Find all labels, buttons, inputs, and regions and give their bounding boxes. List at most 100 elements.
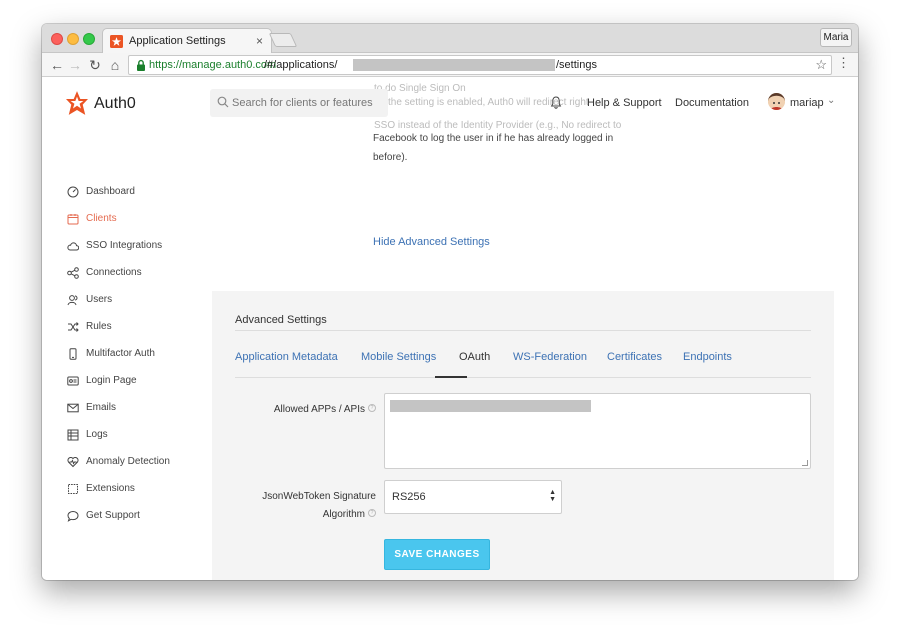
sidebar-item-clients[interactable]: Clients bbox=[66, 211, 216, 238]
allowed-apps-label-row: Allowed APPs / APIs? bbox=[232, 401, 376, 419]
redacted-value bbox=[390, 400, 591, 412]
sidebar-item-rules[interactable]: Rules bbox=[66, 319, 216, 346]
tab-mobile-settings[interactable]: Mobile Settings bbox=[361, 351, 436, 363]
tab-endpoints[interactable]: Endpoints bbox=[683, 351, 732, 363]
connections-icon bbox=[67, 267, 79, 279]
sidebar-item-sso-integrations[interactable]: SSO Integrations bbox=[66, 238, 216, 265]
divider bbox=[235, 377, 811, 378]
sidebar-item-users[interactable]: Users bbox=[66, 292, 216, 319]
profile-button[interactable]: Maria bbox=[820, 28, 852, 47]
tab-certificates[interactable]: Certificates bbox=[607, 351, 662, 363]
sidebar-item-label: Emails bbox=[86, 402, 117, 413]
maximize-window-button[interactable] bbox=[83, 33, 95, 45]
search-icon bbox=[217, 96, 229, 108]
browser-toolbar: ← → ↻ ⌂ https://manage.auth0.com /#/appl… bbox=[42, 53, 858, 77]
browser-tab[interactable]: Application Settings × bbox=[102, 28, 272, 54]
allowed-apps-label: Allowed APPs / APIs bbox=[273, 404, 365, 415]
sidebar-item-label: Dashboard bbox=[86, 186, 135, 197]
help-icon[interactable]: ? bbox=[368, 509, 376, 517]
back-icon[interactable]: ← bbox=[48, 55, 66, 75]
brand-name: Auth0 bbox=[94, 95, 136, 112]
tab-ws-federation[interactable]: WS-Federation bbox=[513, 351, 587, 363]
sidebar-item-extensions[interactable]: Extensions bbox=[66, 481, 216, 508]
divider bbox=[235, 330, 811, 331]
notifications-bell-icon[interactable] bbox=[550, 96, 562, 109]
sidebar-item-label: Logs bbox=[86, 429, 108, 440]
save-changes-button[interactable]: SAVE CHANGES bbox=[384, 539, 490, 570]
sidebar-item-login-page[interactable]: Login Page bbox=[66, 373, 216, 400]
sidebar-item-label: Login Page bbox=[86, 375, 137, 386]
select-arrows-icon: ▲ ▼ bbox=[549, 489, 556, 503]
lock-icon bbox=[137, 59, 145, 71]
address-bar[interactable]: https://manage.auth0.com /#/applications… bbox=[128, 55, 832, 75]
reload-icon[interactable]: ↻ bbox=[86, 55, 104, 75]
browser-menu-icon[interactable]: ⋮ bbox=[837, 55, 850, 71]
cloud-icon bbox=[67, 242, 79, 251]
url-path: /#/applications/ bbox=[264, 59, 338, 71]
sidebar-item-anomaly-detection[interactable]: Anomaly Detection bbox=[66, 454, 216, 481]
mail-icon bbox=[67, 403, 79, 413]
url-origin: https://manage.auth0.com bbox=[149, 59, 277, 71]
search-box[interactable] bbox=[210, 89, 388, 117]
jwt-algorithm-select[interactable]: RS256 ▲ ▼ bbox=[384, 480, 562, 514]
extensions-icon bbox=[68, 484, 78, 494]
new-tab-button[interactable] bbox=[268, 33, 298, 47]
advanced-settings-panel: Advanced Settings Application Metadata M… bbox=[212, 291, 834, 580]
sidebar-item-label: Users bbox=[86, 294, 113, 305]
chevron-down-icon[interactable]: ⌄ bbox=[827, 95, 835, 106]
description-line: Facebook to log the user in if he has al… bbox=[373, 133, 614, 144]
sidebar-item-label: Get Support bbox=[86, 510, 140, 521]
auth0-logo-icon bbox=[66, 91, 88, 115]
user-name[interactable]: mariap bbox=[790, 97, 824, 109]
redacted-client-id bbox=[353, 59, 555, 71]
jwt-signature-label: Algorithm bbox=[322, 509, 365, 520]
page-content: to do Single Sign On SSO instead of the … bbox=[42, 77, 858, 580]
sidebar-item-label: Multifactor Auth bbox=[86, 348, 155, 359]
rules-icon bbox=[68, 322, 79, 332]
sidebar-item-emails[interactable]: Emails bbox=[66, 400, 216, 427]
sidebar-item-logs[interactable]: Logs bbox=[66, 427, 216, 454]
sidebar-item-label: Connections bbox=[86, 267, 142, 278]
browser-window: Application Settings × Maria ← → ↻ ⌂ htt… bbox=[42, 24, 858, 580]
forward-icon[interactable]: → bbox=[66, 55, 84, 75]
tab-application-metadata[interactable]: Application Metadata bbox=[235, 351, 338, 363]
url-suffix: /settings bbox=[556, 59, 597, 71]
heart-icon bbox=[67, 456, 79, 468]
sidebar-nav: Dashboard Clients SSO Integrations Conne… bbox=[66, 184, 216, 535]
sidebar-item-label: Anomaly Detection bbox=[86, 456, 170, 467]
hide-advanced-settings-link[interactable]: Hide Advanced Settings bbox=[373, 236, 490, 248]
sidebar-item-multifactor-auth[interactable]: Multifactor Auth bbox=[66, 346, 216, 373]
chat-icon bbox=[67, 510, 79, 522]
sidebar-item-dashboard[interactable]: Dashboard bbox=[66, 184, 216, 211]
sidebar-item-label: Clients bbox=[86, 213, 117, 224]
help-support-link[interactable]: Help & Support bbox=[587, 97, 662, 109]
setting-description: Facebook to log the user in if he has al… bbox=[373, 129, 633, 167]
advanced-settings-title: Advanced Settings bbox=[235, 314, 327, 326]
tab-close-icon[interactable]: × bbox=[256, 34, 263, 48]
phone-icon bbox=[69, 348, 77, 360]
login-page-icon bbox=[67, 376, 79, 386]
tab-title: Application Settings bbox=[129, 35, 226, 47]
jwt-algorithm-value: RS256 bbox=[392, 491, 426, 503]
allowed-apps-textarea[interactable] bbox=[384, 393, 811, 469]
sidebar-item-label: SSO Integrations bbox=[86, 240, 163, 251]
sidebar-item-connections[interactable]: Connections bbox=[66, 265, 216, 292]
sidebar-item-label: Rules bbox=[86, 321, 112, 332]
description-line: before). bbox=[373, 152, 408, 163]
auth0-favicon-icon bbox=[110, 35, 123, 48]
active-tab-indicator bbox=[435, 376, 467, 378]
jwt-label-row: JsonWebToken Signature Algorithm? bbox=[232, 488, 376, 524]
sidebar-item-get-support[interactable]: Get Support bbox=[66, 508, 216, 535]
user-avatar[interactable] bbox=[768, 93, 785, 110]
tab-oauth[interactable]: OAuth bbox=[459, 351, 490, 363]
sidebar-item-label: Extensions bbox=[86, 483, 135, 494]
minimize-window-button[interactable] bbox=[67, 33, 79, 45]
home-icon[interactable]: ⌂ bbox=[106, 55, 124, 75]
jwt-signature-label: JsonWebToken Signature bbox=[262, 491, 376, 502]
close-window-button[interactable] bbox=[51, 33, 63, 45]
documentation-link[interactable]: Documentation bbox=[675, 97, 749, 109]
search-input[interactable] bbox=[232, 89, 386, 117]
bookmark-star-icon[interactable]: ☆ bbox=[815, 56, 827, 74]
resize-grip-icon[interactable] bbox=[802, 460, 808, 466]
help-icon[interactable]: ? bbox=[368, 404, 376, 412]
